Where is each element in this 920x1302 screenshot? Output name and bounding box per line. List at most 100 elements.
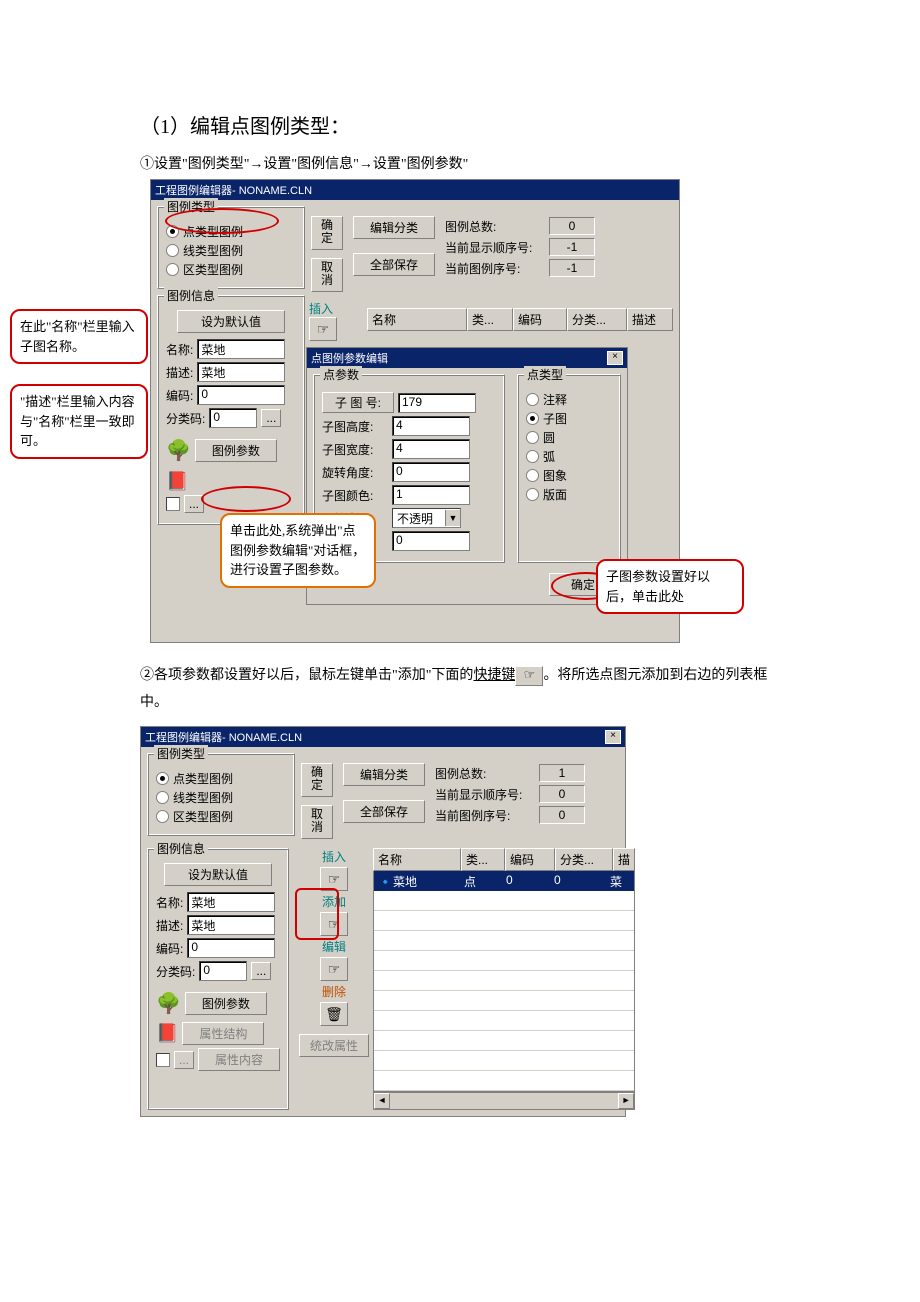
btn-catcode-browse-2[interactable]: ...: [251, 962, 271, 980]
val-cur-idx: -1: [549, 259, 595, 277]
radio-img[interactable]: 图象: [526, 467, 612, 484]
select-out[interactable]: 不透明▼: [392, 508, 461, 528]
btn-ok-2[interactable]: 确定: [301, 763, 333, 797]
radio-point-2[interactable]: 点类型图例: [156, 770, 286, 787]
callout-name: 在此"名称"栏里输入子图名称。: [10, 309, 148, 364]
radio-note[interactable]: 注释: [526, 391, 612, 408]
btn-save-all-2[interactable]: 全部保存: [343, 800, 425, 823]
th-code-2[interactable]: 编码: [505, 848, 555, 871]
lbl-sub-w: 子图宽度:: [322, 441, 388, 458]
val-cur-disp: -1: [549, 238, 595, 256]
table-header-2: 名称 类... 编码 分类... 描: [373, 848, 635, 871]
radio-arc[interactable]: 弧: [526, 448, 612, 465]
btn-cancel-2[interactable]: 取消: [301, 805, 333, 839]
btn-default-2[interactable]: 设为默认值: [164, 863, 272, 886]
btn-dots3: ...: [174, 1051, 194, 1069]
btn-insert[interactable]: ☞: [309, 317, 337, 341]
btn-default[interactable]: 设为默认值: [177, 310, 285, 333]
input-layer[interactable]: 0: [392, 531, 470, 551]
callout-ok-click: 子图参数设置好以后，单击此处: [596, 559, 744, 614]
group-point-params: 点参数: [320, 366, 362, 383]
lbl-code: 编码:: [166, 387, 193, 404]
radio-layout[interactable]: 版面: [526, 486, 612, 503]
radio-line[interactable]: 线类型图例: [166, 242, 296, 259]
th-type[interactable]: 类...: [467, 308, 513, 331]
btn-subnum[interactable]: 子 图 号:: [322, 392, 394, 413]
input-name[interactable]: 菜地: [197, 339, 285, 359]
lbl-desc: 描述:: [166, 364, 193, 381]
th-type-2[interactable]: 类...: [461, 848, 505, 871]
lbl-cur-idx: 当前图例序号:: [445, 260, 545, 277]
btn-edit-category-2[interactable]: 编辑分类: [343, 763, 425, 786]
input-desc[interactable]: 菜地: [197, 362, 285, 382]
btn-dots2[interactable]: ...: [184, 495, 204, 513]
lbl-cur-disp: 当前显示顺序号:: [445, 239, 545, 256]
book-icon: 📕: [156, 1023, 178, 1044]
val-total-2: 1: [539, 764, 585, 782]
scrollbar-h[interactable]: ◄ ►: [373, 1092, 635, 1110]
intro-text: ①设置"图例类型"→设置"图例信息"→设置"图例参数": [140, 153, 780, 173]
lbl-name: 名称:: [166, 341, 193, 358]
chevron-down-icon: ▼: [445, 510, 460, 526]
group-type-label-2: 图例类型: [154, 745, 208, 762]
lbl-insert-2: 插入: [322, 848, 346, 865]
lbl-insert: 插入: [309, 300, 337, 317]
val-cur-disp-2: 0: [539, 785, 585, 803]
th-code[interactable]: 编码: [513, 308, 567, 331]
close-icon[interactable]: ×: [605, 730, 621, 744]
input-catcode-2[interactable]: 0: [199, 961, 247, 981]
table-header: 名称 类... 编码 分类... 描述: [367, 308, 673, 331]
th-name[interactable]: 名称: [367, 308, 467, 331]
btn-del[interactable]: 🗑: [320, 1002, 348, 1026]
close-icon[interactable]: ×: [607, 351, 623, 365]
input-rot[interactable]: 0: [392, 462, 470, 482]
btn-add[interactable]: ☞: [320, 912, 348, 936]
th-desc-2[interactable]: 描: [613, 848, 635, 871]
th-cat[interactable]: 分类...: [567, 308, 627, 331]
scroll-left-icon[interactable]: ◄: [374, 1093, 390, 1109]
input-code[interactable]: 0: [197, 385, 285, 405]
btn-legend-params-2[interactable]: 图例参数: [185, 992, 267, 1015]
radio-point[interactable]: 点类型图例: [166, 223, 296, 240]
btn-edit-category[interactable]: 编辑分类: [353, 216, 435, 239]
btn-cancel[interactable]: 取消: [311, 258, 343, 292]
radio-circle[interactable]: 圆: [526, 429, 612, 446]
lbl-color: 子图颜色:: [322, 487, 388, 504]
input-sub-w[interactable]: 4: [392, 439, 470, 459]
radio-sub[interactable]: 子图: [526, 410, 612, 427]
th-cat-2[interactable]: 分类...: [555, 848, 613, 871]
lbl-catcode: 分类码:: [166, 410, 205, 427]
radio-area[interactable]: 区类型图例: [166, 261, 296, 278]
input-catcode[interactable]: 0: [209, 408, 257, 428]
btn-insert-2[interactable]: ☞: [320, 867, 348, 891]
btn-save-all[interactable]: 全部保存: [353, 253, 435, 276]
input-desc-2[interactable]: 菜地: [187, 915, 275, 935]
table-row[interactable]: 🔹菜地 点 0 0 菜: [374, 871, 634, 892]
input-subnum[interactable]: 179: [398, 393, 476, 413]
callout-desc: "描述"栏里输入内容与"名称"栏里一致即可。: [10, 384, 148, 459]
input-sub-h[interactable]: 4: [392, 416, 470, 436]
th-name-2[interactable]: 名称: [373, 848, 461, 871]
group-info-label-2: 图例信息: [154, 840, 208, 857]
radio-area-2[interactable]: 区类型图例: [156, 808, 286, 825]
checkbox-2[interactable]: [156, 1053, 170, 1067]
btn-legend-params[interactable]: 图例参数: [195, 439, 277, 462]
input-name-2[interactable]: 菜地: [187, 892, 275, 912]
radio-line-2[interactable]: 线类型图例: [156, 789, 286, 806]
dialog-title: 点图例参数编辑: [311, 350, 388, 366]
input-color[interactable]: 1: [392, 485, 470, 505]
window-title-2: 工程图例编辑器- NONAME.CLN: [145, 729, 302, 745]
scroll-right-icon[interactable]: ►: [618, 1093, 634, 1109]
window-title-1: 工程图例编辑器- NONAME.CLN: [155, 182, 312, 198]
table-body: 🔹菜地 点 0 0 菜: [373, 871, 635, 1092]
input-code-2[interactable]: 0: [187, 938, 275, 958]
th-desc[interactable]: 描述: [627, 308, 673, 331]
section-title: （1）编辑点图例类型：: [140, 110, 780, 139]
lbl-cur-idx-2: 当前图例序号:: [435, 807, 535, 824]
legend-editor-window-2: 工程图例编辑器- NONAME.CLN × 图例类型 点类型图例 线类型图例 区…: [140, 726, 626, 1117]
btn-ok[interactable]: 确定: [311, 216, 343, 250]
checkbox[interactable]: [166, 497, 180, 511]
btn-edit[interactable]: ☞: [320, 957, 348, 981]
group-point-type: 点类型: [524, 366, 566, 383]
btn-catcode-browse[interactable]: ...: [261, 409, 281, 427]
